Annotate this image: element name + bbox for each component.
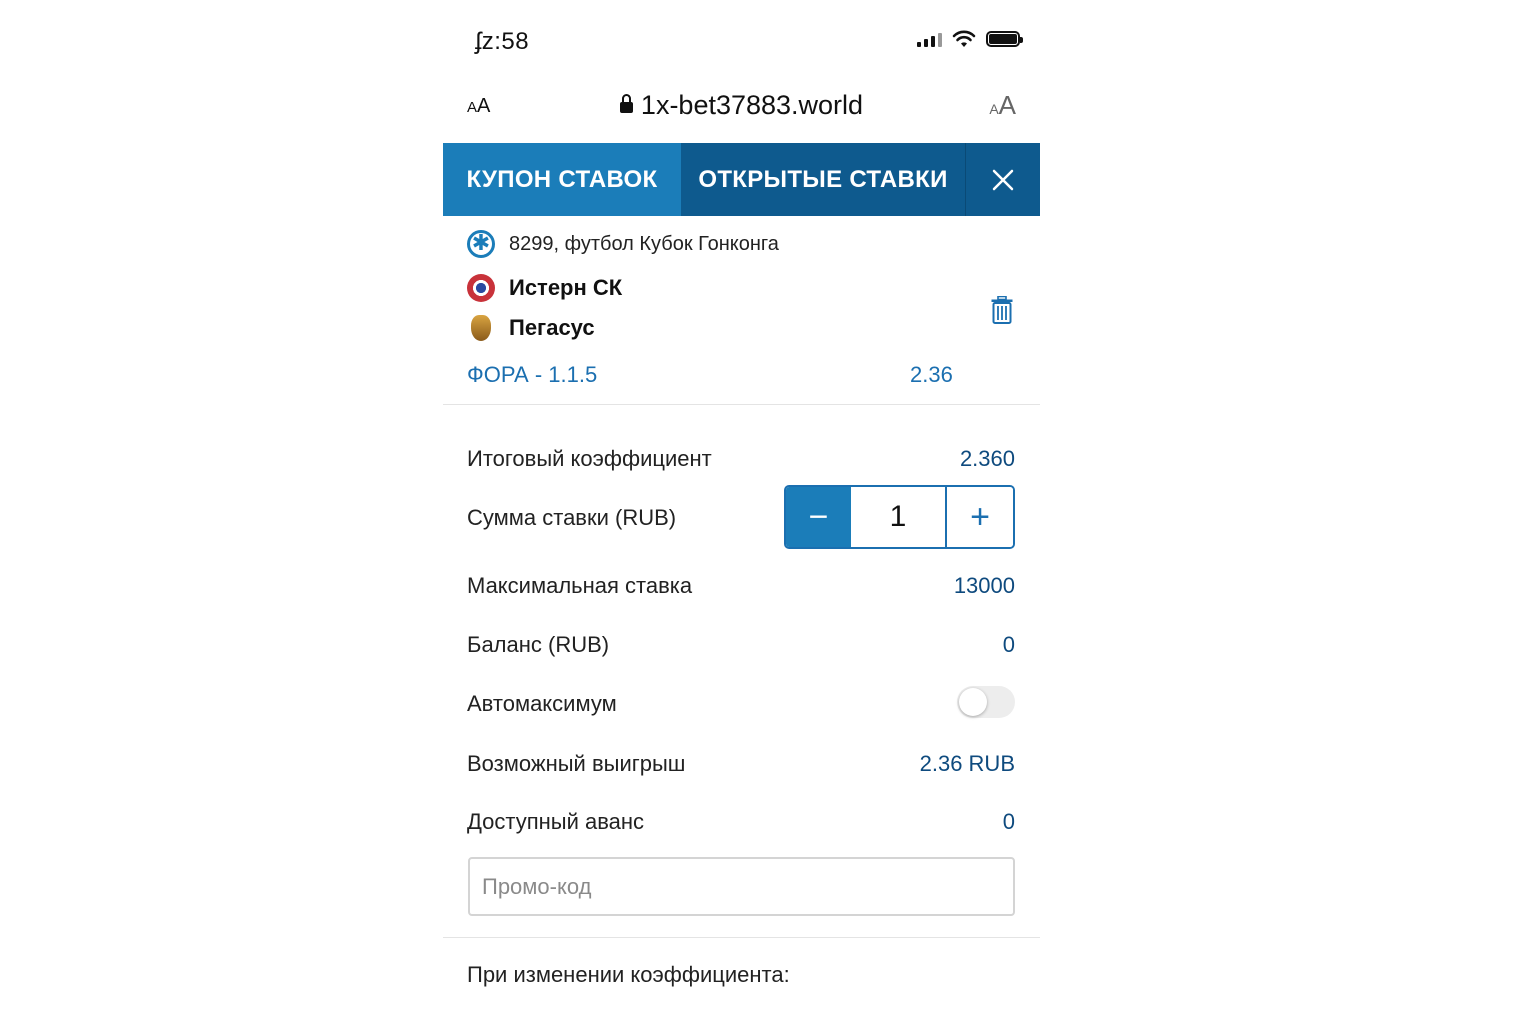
- divider: [443, 404, 1040, 405]
- toggle-knob: [959, 688, 987, 716]
- battery-icon: [986, 31, 1023, 47]
- total-odds-label: Итоговый коэффициент: [467, 446, 712, 471]
- odds-change-label: При изменении коэффициента:: [467, 962, 790, 987]
- divider: [443, 937, 1040, 938]
- tab-bet-coupon[interactable]: КУПОН СТАВОК: [443, 143, 681, 216]
- possible-win-label: Возможный выигрыш: [467, 751, 686, 776]
- status-time: ʄz:58: [475, 28, 530, 55]
- cellular-signal-icon: [917, 31, 942, 47]
- football-icon: [467, 230, 495, 258]
- stake-input[interactable]: 1: [851, 487, 947, 547]
- promo-code-input[interactable]: [468, 857, 1015, 916]
- team1-logo: [467, 274, 495, 302]
- url-text: 1x-bet37883.world: [640, 90, 864, 120]
- advance-value: 0: [1002, 809, 1015, 834]
- advance-label: Доступный аванс: [467, 809, 645, 834]
- stake-stepper: − 1 +: [784, 485, 1015, 549]
- text-size-button-right[interactable]: AA: [989, 90, 1016, 121]
- max-bet-label: Максимальная ставка: [467, 573, 693, 598]
- bet-tabs: КУПОН СТАВОК ОТКРЫТЫЕ СТАВКИ: [443, 143, 1040, 216]
- close-icon[interactable]: [965, 143, 1040, 216]
- possible-win-value: 2.36 RUB: [919, 751, 1015, 776]
- phone-screen: ʄz:58 AA 1x-bet37883.world AA КУПОН СТАВ…: [443, 0, 1040, 1024]
- bet-odd: 2.36: [910, 362, 953, 387]
- team2-logo: [471, 315, 491, 341]
- balance-value: 0: [1002, 632, 1015, 657]
- team2-name: Пегасус: [509, 315, 595, 340]
- team2-row: Пегасус: [467, 315, 595, 341]
- balance-label: Баланс (RUB): [467, 632, 610, 657]
- status-icons: [917, 30, 1023, 48]
- automax-label: Автомаксимум: [467, 691, 617, 716]
- team1-name: Истерн СК: [509, 275, 623, 300]
- tab-open-bets[interactable]: ОТКРЫТЫЕ СТАВКИ: [681, 143, 965, 216]
- stake-decrease-button[interactable]: −: [786, 487, 851, 547]
- wifi-icon: [952, 30, 976, 47]
- team1-row: Истерн СК: [467, 274, 622, 302]
- stake-label: Сумма ставки (RUB): [467, 505, 677, 530]
- total-odds-value: 2.360: [959, 446, 1015, 471]
- stake-increase-button[interactable]: +: [947, 487, 1013, 547]
- bet-market: ФОРА - 1.1.5: [467, 362, 598, 387]
- event-league: 8299, футбол Кубок Гонконга: [509, 232, 779, 255]
- lock-icon: [619, 94, 633, 113]
- trash-icon[interactable]: [991, 296, 1013, 324]
- max-bet-value: 13000: [953, 573, 1015, 598]
- address-bar[interactable]: 1x-bet37883.world: [443, 90, 1040, 121]
- automax-toggle[interactable]: [957, 686, 1015, 718]
- event-league-row: 8299, футбол Кубок Гонконга: [467, 230, 779, 258]
